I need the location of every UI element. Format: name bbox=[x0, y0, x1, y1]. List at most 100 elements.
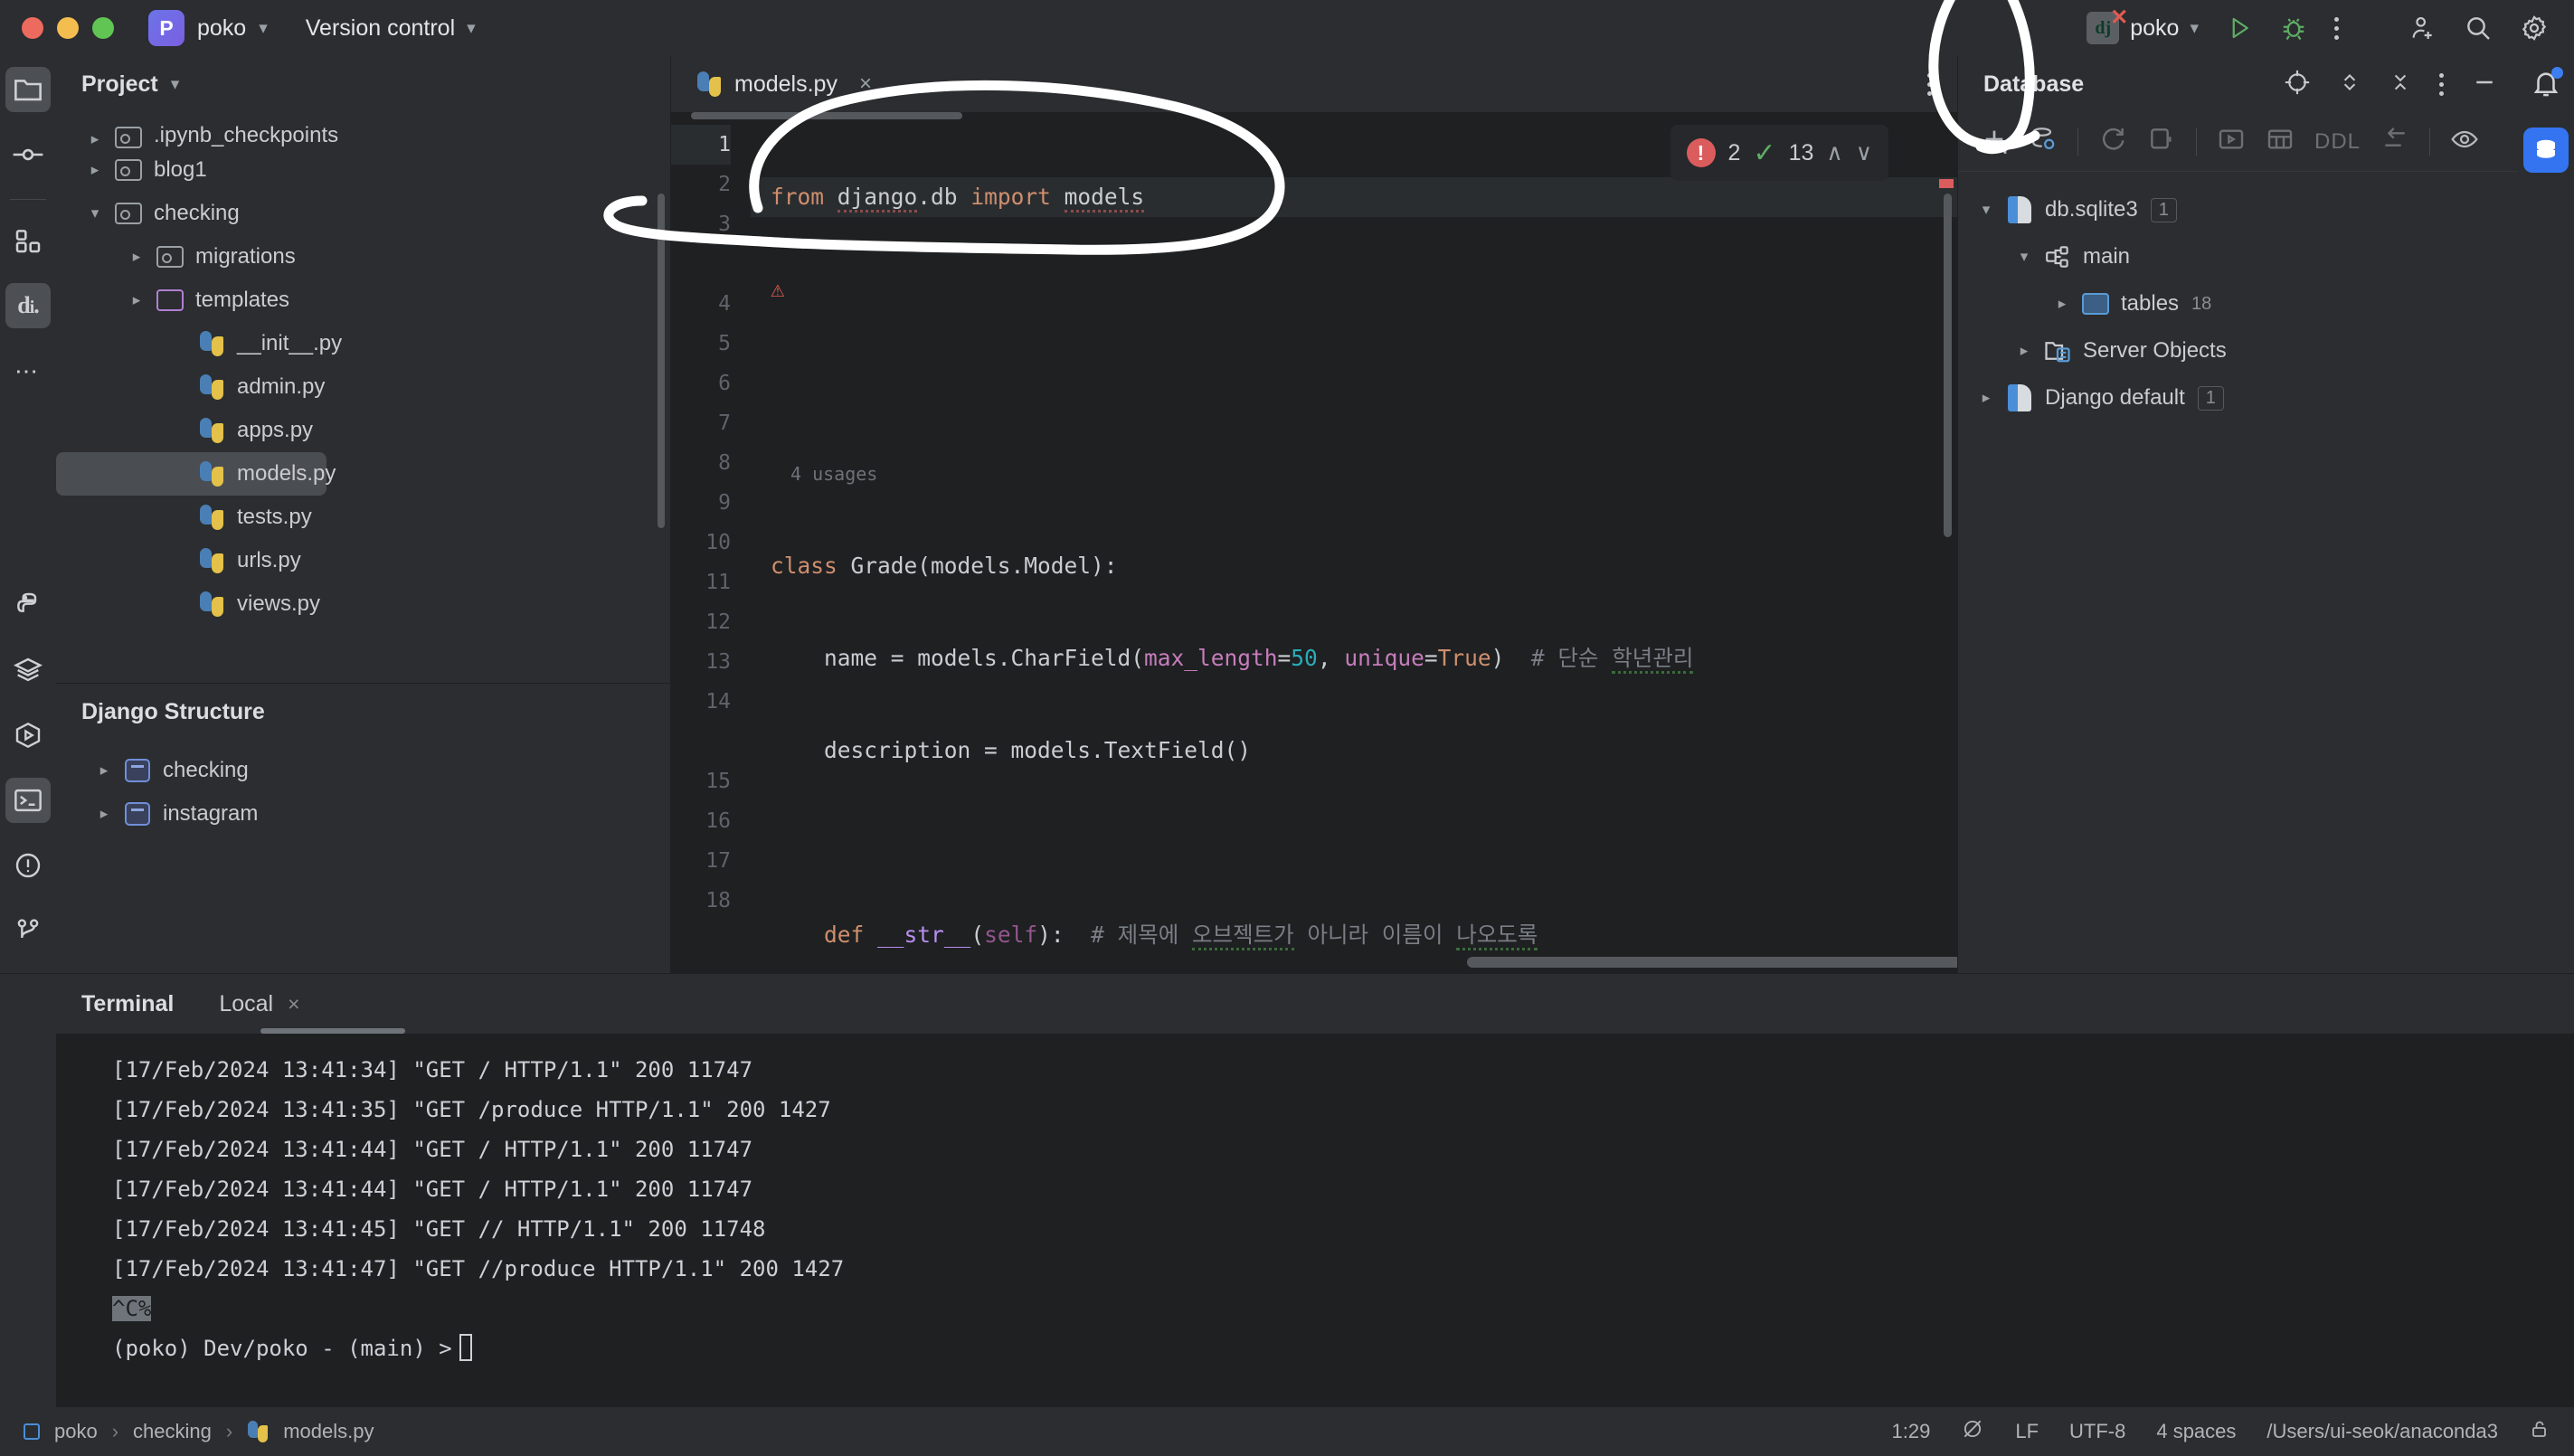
project-tree-item-urls-py[interactable]: urls.py bbox=[56, 539, 670, 582]
chevron-right-icon[interactable]: ▸ bbox=[2009, 342, 2039, 360]
terminal-output[interactable]: [17/Feb/2024 13:41:34] "GET / HTTP/1.1" … bbox=[56, 1034, 2574, 1407]
chevron-down-icon[interactable]: ▾ bbox=[2009, 248, 2039, 266]
breadcrumb-item-2[interactable]: models.py bbox=[283, 1420, 374, 1443]
project-tree-item-admin-py[interactable]: admin.py bbox=[56, 365, 670, 409]
target-icon[interactable] bbox=[2284, 69, 2311, 100]
close-window-button[interactable] bbox=[22, 17, 43, 39]
editor-vertical-scrollbar[interactable] bbox=[1944, 194, 1952, 537]
project-tree-item-models-py[interactable]: models.py bbox=[56, 452, 336, 496]
chevron-right-icon[interactable]: ▸ bbox=[80, 161, 110, 179]
project-tree-item--ipynb-checkpoints[interactable]: ▸ .ipynb_checkpoints bbox=[56, 118, 670, 148]
database-tree-item-db-sqlite3[interactable]: ▾ db.sqlite3 1 bbox=[1958, 186, 2518, 233]
project-tree-scrollbar[interactable] bbox=[658, 194, 665, 528]
ddl-icon[interactable]: DDL bbox=[2314, 129, 2361, 155]
project-tree-item-templates[interactable]: ▸ templates bbox=[56, 279, 670, 322]
database-tree-item-django-default[interactable]: ▸ Django default 1 bbox=[1958, 374, 2518, 421]
chevron-right-icon[interactable]: ▸ bbox=[121, 248, 152, 266]
breadcrumb-item-0[interactable]: poko bbox=[54, 1420, 98, 1443]
notifications-icon[interactable] bbox=[2531, 67, 2563, 104]
run-icon[interactable] bbox=[2226, 14, 2253, 42]
caret-position[interactable]: 1:29 bbox=[1892, 1420, 1931, 1443]
sidebar-item-problems[interactable] bbox=[5, 843, 51, 888]
project-tree-item-checking[interactable]: ▾ checking bbox=[56, 192, 670, 235]
file-encoding[interactable]: UTF-8 bbox=[2069, 1420, 2125, 1443]
chevron-right-icon[interactable]: ▸ bbox=[89, 761, 119, 780]
refresh-icon[interactable] bbox=[2098, 125, 2127, 158]
line-separator[interactable]: LF bbox=[2015, 1420, 2039, 1443]
sidebar-item-run[interactable] bbox=[5, 713, 51, 758]
chevron-right-icon[interactable]: ▸ bbox=[80, 130, 110, 148]
close-icon[interactable]: × bbox=[859, 71, 872, 97]
previous-problem-icon[interactable]: ∧ bbox=[1826, 139, 1842, 166]
version-control-menu[interactable]: Version control ▾ bbox=[306, 15, 476, 42]
database-tree-item-main[interactable]: ▾ main bbox=[1958, 233, 2518, 280]
breadcrumb-item-1[interactable]: checking bbox=[133, 1420, 212, 1443]
intention-bulb-icon[interactable]: ⚠ bbox=[771, 269, 785, 309]
database-tool-window-icon[interactable] bbox=[2523, 128, 2569, 173]
chevron-down-icon[interactable]: ▾ bbox=[80, 204, 110, 222]
inspection-widget[interactable]: ! 2 ✓ 13 ∧ ∨ bbox=[1670, 125, 1888, 181]
sidebar-item-version-control[interactable] bbox=[5, 908, 51, 953]
sidebar-item-structure[interactable] bbox=[5, 218, 51, 263]
more-vertical-icon[interactable] bbox=[1927, 72, 1957, 96]
chevron-right-icon[interactable]: ▸ bbox=[89, 805, 119, 823]
django-structure-item-instagram[interactable]: ▸ instagram bbox=[56, 792, 670, 836]
add-user-icon[interactable] bbox=[2408, 14, 2437, 43]
sidebar-item-services[interactable] bbox=[5, 648, 51, 693]
open-console-icon[interactable] bbox=[2217, 125, 2246, 158]
expand-collapse-icon[interactable] bbox=[2338, 69, 2361, 100]
chevron-right-icon[interactable]: ▸ bbox=[2047, 295, 2077, 313]
window-controls[interactable] bbox=[0, 17, 114, 39]
project-tree-item---init---py[interactable]: __init__.py bbox=[56, 322, 670, 365]
collapse-all-icon[interactable] bbox=[2389, 69, 2412, 100]
close-icon[interactable]: × bbox=[288, 992, 299, 1016]
gear-icon[interactable] bbox=[2520, 14, 2549, 43]
minimize-window-button[interactable] bbox=[57, 17, 79, 39]
chevron-down-icon[interactable]: ▾ bbox=[1971, 201, 2001, 219]
next-problem-icon[interactable]: ∨ bbox=[1856, 139, 1872, 166]
database-tree[interactable]: ▾ db.sqlite3 1 ▾ main ▸ tables 18 ▸ Server Object… bbox=[1958, 172, 2518, 973]
sidebar-item-commit[interactable] bbox=[5, 132, 51, 177]
project-tree-item-views-py[interactable]: views.py bbox=[56, 582, 670, 626]
source-code[interactable]: from django.db import models ⚠ 4 usages … bbox=[751, 112, 1957, 973]
django-structure-item-checking[interactable]: ▸ checking bbox=[56, 749, 670, 792]
add-icon[interactable] bbox=[1980, 125, 2009, 158]
django-structure-tree[interactable]: ▸ checking ▸ instagram bbox=[56, 740, 670, 836]
search-icon[interactable] bbox=[2464, 14, 2493, 43]
sidebar-item-more[interactable]: ⋯ bbox=[5, 348, 51, 393]
project-panel-header[interactable]: Project ▾ bbox=[56, 56, 670, 112]
run-configuration-selector[interactable]: dj ✕ poko ▾ bbox=[2087, 5, 2199, 44]
sidebar-item-terminal[interactable] bbox=[5, 778, 51, 823]
editor-horizontal-scrollbar[interactable] bbox=[1467, 957, 1957, 968]
project-tree[interactable]: ▸ .ipynb_checkpoints ▸ blog1 ▾ checking ▸ migra… bbox=[56, 112, 670, 683]
minimize-icon[interactable] bbox=[2471, 69, 2498, 100]
sidebar-item-project[interactable] bbox=[5, 67, 51, 112]
chevron-down-icon[interactable]: ▾ bbox=[171, 76, 180, 93]
indent-setting[interactable]: 4 spaces bbox=[2156, 1420, 2236, 1443]
code-viewport[interactable]: 123 4 5 6 7 8 9 10 11 12 13 14 15 16 17 18 from djang… bbox=[671, 112, 1957, 973]
project-selector[interactable]: P poko ▾ bbox=[148, 10, 268, 46]
editor-tab-models-py[interactable]: models.py × bbox=[671, 56, 888, 112]
project-tree-item-blog1[interactable]: ▸ blog1 bbox=[56, 148, 670, 192]
sidebar-item-python-packages[interactable] bbox=[5, 582, 51, 628]
project-tree-item-migrations[interactable]: ▸ migrations bbox=[56, 235, 670, 279]
inspections-off-icon[interactable] bbox=[1961, 1417, 1984, 1446]
project-tree-item-apps-py[interactable]: apps.py bbox=[56, 409, 670, 452]
disconnect-icon[interactable] bbox=[2147, 125, 2176, 158]
more-vertical-icon[interactable] bbox=[2334, 16, 2339, 40]
python-interpreter[interactable]: /Users/ui-seok/anaconda3 bbox=[2266, 1420, 2498, 1443]
chevron-right-icon[interactable]: ▸ bbox=[121, 291, 152, 309]
table-icon[interactable] bbox=[2266, 125, 2295, 158]
unlocked-icon[interactable] bbox=[2529, 1417, 2550, 1446]
data-source-properties-icon[interactable] bbox=[2029, 125, 2058, 158]
database-tree-item-tables[interactable]: ▸ tables 18 bbox=[1958, 280, 2518, 327]
chevron-right-icon[interactable]: ▸ bbox=[1971, 389, 2001, 407]
error-stripe-mark[interactable] bbox=[1939, 179, 1954, 188]
more-vertical-icon[interactable] bbox=[2439, 72, 2444, 96]
database-tree-item-server-objects[interactable]: ▸ Server Objects bbox=[1958, 327, 2518, 374]
jump-to-editor-icon[interactable] bbox=[2380, 125, 2409, 158]
terminal-prompt[interactable]: (poko) Dev/poko - (main) > bbox=[112, 1328, 2574, 1368]
view-options-icon[interactable] bbox=[2450, 125, 2479, 158]
sidebar-item-django[interactable]: di. bbox=[5, 283, 51, 328]
terminal-tab-local[interactable]: Local × bbox=[219, 991, 299, 1017]
